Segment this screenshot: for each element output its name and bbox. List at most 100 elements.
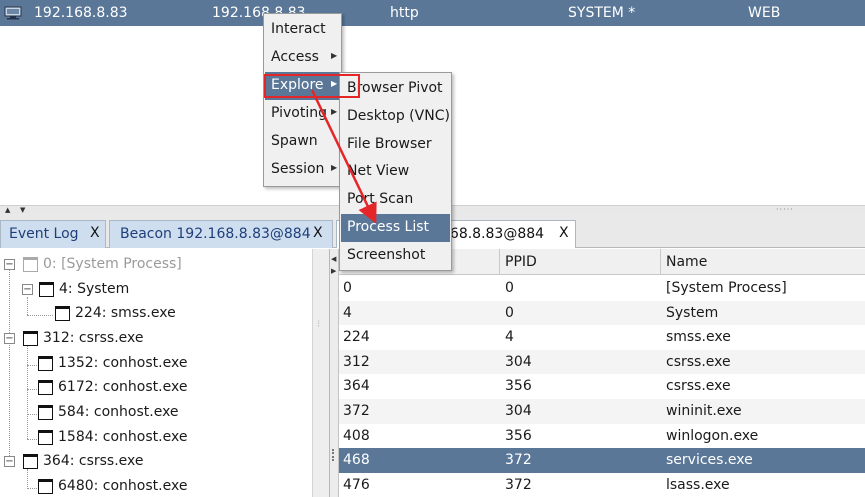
- menu-item-session[interactable]: Session ▶: [265, 156, 340, 184]
- cell-name: lsass.exe: [666, 476, 730, 493]
- tab-label: Event Log: [9, 226, 79, 242]
- cell-pid: 364: [343, 378, 370, 395]
- cell-pid: 476: [343, 476, 370, 493]
- table-row[interactable]: 224 4 smss.exe: [339, 325, 865, 350]
- cell-ppid: 0: [505, 304, 514, 321]
- menu-item-label: Spawn: [271, 133, 318, 149]
- menu-item-label: Process List: [347, 219, 430, 235]
- table-row[interactable]: 372 304 wininit.exe: [339, 399, 865, 424]
- close-icon[interactable]: X: [313, 225, 323, 241]
- menu-item-access[interactable]: Access ▶: [265, 44, 340, 72]
- cell-pid: 4: [343, 304, 352, 321]
- menu-item-label: Desktop (VNC): [347, 108, 450, 124]
- tab-label: Beacon 192.168.8.83@884: [120, 226, 311, 242]
- tab-event-log[interactable]: Event Log X: [0, 220, 106, 248]
- menu-item-label: File Browser: [347, 136, 432, 152]
- cell-pid: 372: [343, 403, 370, 419]
- process-tree: − 0: [System Process] − 4: System 224: s…: [0, 249, 330, 497]
- collapse-icon[interactable]: −: [22, 284, 33, 295]
- tab-beacon[interactable]: Beacon 192.168.8.83@884 X: [109, 220, 333, 248]
- menu-item-spawn[interactable]: Spawn: [265, 128, 340, 156]
- menu-item-desktop-vnc[interactable]: Desktop (VNC): [341, 103, 450, 131]
- submenu-arrow-icon: ▶: [331, 51, 338, 60]
- table-row[interactable]: 312 304 csrss.exe: [339, 349, 865, 375]
- tree-item-label: 364: csrss.exe: [43, 453, 144, 469]
- window-icon: [23, 257, 38, 272]
- table-row-selected[interactable]: 468 372 services.exe: [339, 448, 865, 473]
- menu-item-label: Port Scan: [347, 191, 414, 207]
- collapse-up-icon[interactable]: ▲: [5, 206, 10, 214]
- beacon-listener: http: [390, 5, 419, 21]
- splitter-grip-icon[interactable]: [332, 449, 335, 461]
- cell-name: csrss.exe: [666, 378, 731, 395]
- window-icon: [23, 454, 38, 469]
- menu-item-label: Screenshot: [347, 247, 426, 263]
- cell-ppid: 356: [505, 378, 532, 395]
- submenu-arrow-icon: ▶: [331, 107, 338, 116]
- menu-item-process-list[interactable]: Process List: [341, 214, 450, 242]
- collapse-icon[interactable]: −: [4, 333, 15, 344]
- scroll-grip-icon[interactable]: ⁝: [317, 319, 320, 330]
- cell-name: csrss.exe: [666, 353, 731, 370]
- collapse-left-icon[interactable]: ◀: [331, 255, 336, 263]
- menu-item-pivoting[interactable]: Pivoting ▶: [265, 100, 340, 128]
- window-icon: [38, 356, 53, 371]
- menu-item-interact[interactable]: Interact: [265, 16, 340, 44]
- collapse-right-icon[interactable]: ▶: [331, 267, 336, 275]
- cell-pid: 408: [343, 427, 370, 444]
- cell-ppid: 4: [505, 329, 514, 346]
- cell-ppid: 372: [505, 476, 532, 493]
- table-row[interactable]: 408 356 winlogon.exe: [339, 424, 865, 449]
- beacon-row[interactable]: 192.168.8.83 192.168.8.83 http SYSTEM * …: [0, 0, 865, 26]
- cell-name: smss.exe: [666, 329, 731, 346]
- table-row[interactable]: 4 0 System: [339, 300, 865, 326]
- pane-splitter[interactable]: ◀ ▶: [330, 249, 339, 497]
- window-icon: [39, 282, 54, 297]
- window-icon: [38, 479, 53, 494]
- beacon-external-ip: 192.168.8.83: [34, 5, 128, 21]
- menu-item-port-scan[interactable]: Port Scan: [341, 186, 450, 214]
- explore-submenu: Browser Pivot Desktop (VNC) File Browser…: [339, 72, 452, 271]
- collapse-icon[interactable]: −: [4, 259, 15, 270]
- tree-item-label: 1584: conhost.exe: [58, 429, 188, 445]
- menu-item-net-view[interactable]: Net View: [341, 158, 450, 186]
- cell-name: wininit.exe: [666, 403, 742, 419]
- cell-ppid: 356: [505, 427, 532, 444]
- cell-name: [System Process]: [666, 280, 787, 296]
- tree-scrollbar[interactable]: ⁝: [312, 249, 329, 497]
- cell-ppid: 0: [505, 280, 514, 296]
- menu-item-screenshot[interactable]: Screenshot: [341, 242, 450, 270]
- collapse-down-icon[interactable]: ▼: [20, 206, 25, 214]
- cell-pid: 224: [343, 329, 370, 346]
- column-header-name[interactable]: Name: [661, 249, 865, 275]
- close-icon[interactable]: X: [90, 225, 100, 241]
- close-icon[interactable]: X: [559, 225, 569, 241]
- explore-highlight-box: [264, 74, 360, 98]
- cell-name: winlogon.exe: [666, 427, 759, 444]
- column-header-ppid[interactable]: PPID: [500, 249, 661, 275]
- divider-grip-icon[interactable]: ·····: [776, 206, 794, 214]
- window-icon: [55, 306, 70, 321]
- table-row[interactable]: 476 372 lsass.exe: [339, 473, 865, 497]
- tree-item-label: 224: smss.exe: [75, 305, 176, 321]
- collapse-icon[interactable]: −: [4, 456, 15, 467]
- tree-item-label: 1352: conhost.exe: [58, 355, 188, 371]
- table-row[interactable]: 364 356 csrss.exe: [339, 374, 865, 399]
- tree-item-label: 6480: conhost.exe: [58, 478, 188, 494]
- cell-pid: 0: [343, 280, 352, 296]
- table-row[interactable]: 0 0 [System Process]: [339, 276, 865, 301]
- cell-pid: 468: [343, 452, 370, 469]
- tab-label: 168.8.83@884: [441, 226, 545, 242]
- window-icon: [38, 405, 53, 420]
- cell-ppid: 304: [505, 353, 532, 370]
- window-icon: [38, 380, 53, 395]
- submenu-arrow-icon: ▶: [331, 163, 338, 172]
- menu-item-label: Interact: [271, 21, 326, 37]
- cell-name: System: [666, 304, 719, 321]
- beacon-user: SYSTEM *: [568, 5, 636, 21]
- process-table: PPID Name 0 0 [System Process] 4 0 Syste…: [339, 249, 865, 497]
- cell-pid: 312: [343, 353, 370, 370]
- tree-item-label: 0: [System Process]: [43, 256, 182, 272]
- menu-item-label: Access: [271, 49, 319, 65]
- menu-item-file-browser[interactable]: File Browser: [341, 131, 450, 159]
